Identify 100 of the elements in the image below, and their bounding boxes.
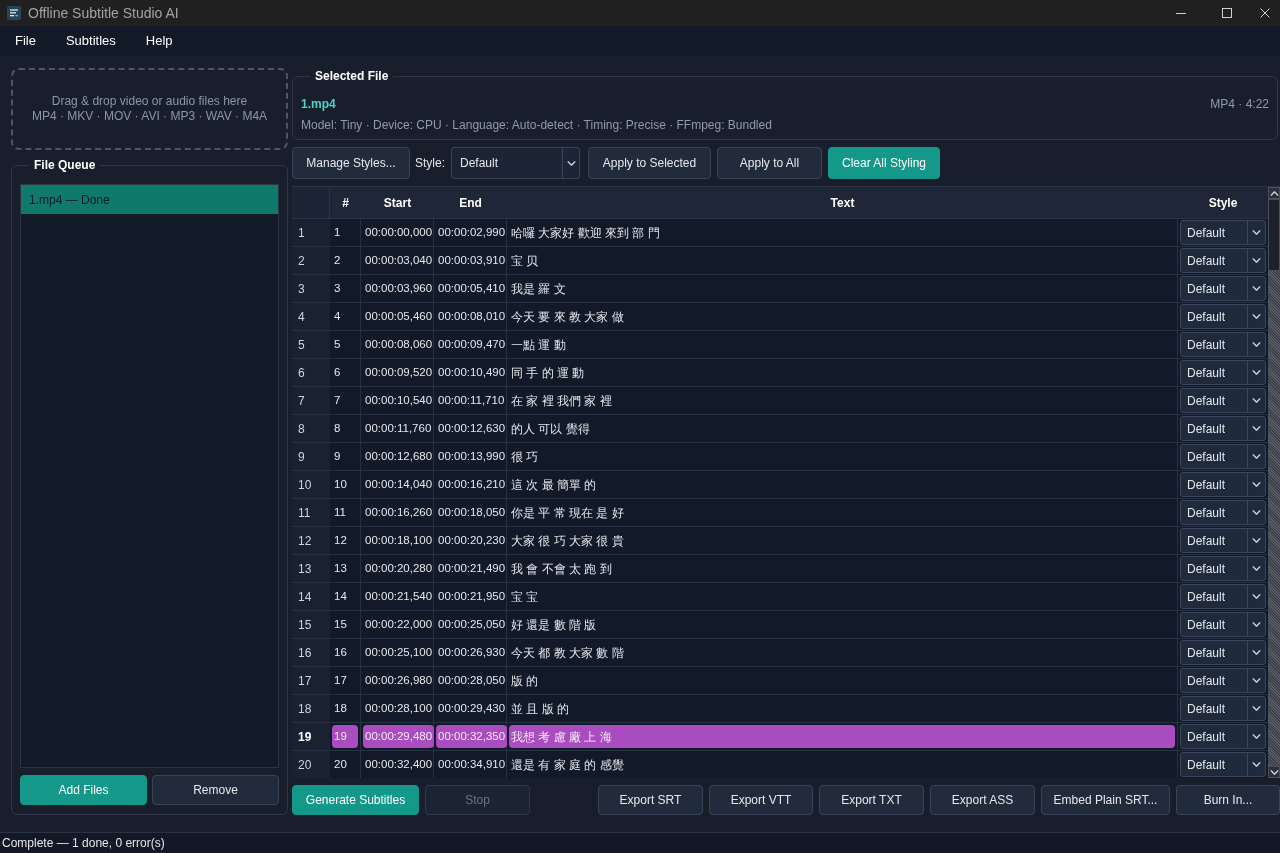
table-row[interactable]: 14 14 00:00:21,540 00:00:21,950 宝 宝 Default <box>292 583 1268 611</box>
table-cell-text: 7 <box>333 392 342 408</box>
style-dropdown[interactable]: Default <box>1180 332 1266 357</box>
style-dropdown[interactable]: Default <box>1180 668 1266 693</box>
export-button[interactable]: Export SRT <box>598 785 703 815</box>
style-dropdown[interactable]: Default <box>1180 724 1266 749</box>
row-number: 19 <box>298 728 312 746</box>
table-row[interactable]: 3 3 00:00:03,960 00:00:05,410 我是 羅 文 Default <box>292 275 1268 303</box>
table-cell-text: 00:00:11,760 <box>364 420 433 436</box>
generate-subtitles-button[interactable]: Generate Subtitles <box>292 785 419 815</box>
table-cell-text: 00:00:32,400 <box>364 756 434 772</box>
table-row[interactable]: 2 2 00:00:03,040 00:00:03,910 宝 贝 Default <box>292 247 1268 275</box>
table-row[interactable]: 17 17 00:00:26,980 00:00:28,050 版 的 Default <box>292 667 1268 695</box>
table-row[interactable]: 20 20 00:00:32,400 00:00:34,910 還是 有 家 庭 的 感覺 Default <box>292 751 1268 778</box>
style-dropdown[interactable]: Default <box>1180 276 1266 301</box>
table-cell-text: 1 <box>333 224 342 240</box>
export-button[interactable]: Export TXT <box>819 785 924 815</box>
menu-item[interactable]: Help <box>130 31 188 51</box>
chevron-down-icon <box>566 160 576 166</box>
column-header[interactable]: Style <box>1208 193 1238 212</box>
table-row[interactable]: 4 4 00:00:05,460 00:00:08,010 今天 要 來 教 大家 做 Default <box>292 303 1268 331</box>
style-select[interactable]: Default <box>451 147 580 179</box>
row-number: 11 <box>298 504 311 522</box>
table-cell-text: 今天 都 教 大家 數 階 <box>510 644 625 662</box>
row-number: 1 <box>298 224 305 242</box>
table-cell-text: 00:00:09,470 <box>437 336 507 352</box>
export-button[interactable]: Burn In... <box>1176 785 1280 815</box>
table-cell-text: 20 <box>333 756 348 772</box>
table-cell-text: 在 家 裡 我們 家 裡 <box>510 392 613 410</box>
table-cell-text: 宝 贝 <box>510 252 540 270</box>
table-cell: 00:00:32,350 <box>436 725 508 748</box>
menu-item[interactable]: Subtitles <box>50 31 131 51</box>
scroll-down-icon[interactable] <box>1269 769 1279 775</box>
style-label: Style: <box>415 155 445 172</box>
table-row[interactable]: 12 12 00:00:18,100 00:00:20,230 大家 很 巧 大家 很 貴 Default <box>292 527 1268 555</box>
table-row[interactable]: 13 13 00:00:20,280 00:00:21,490 我 會 不會 太 跑 到 Default <box>292 555 1268 583</box>
style-dropdown[interactable]: Default <box>1180 360 1266 385</box>
column-header[interactable]: Start <box>383 193 412 212</box>
style-dropdown[interactable]: Default <box>1180 752 1266 777</box>
apply-to-all-button[interactable]: Apply to All <box>717 147 822 179</box>
table-row[interactable]: 9 9 00:00:12,680 00:00:13,990 很 巧 Default <box>292 443 1268 471</box>
drop-zone[interactable]: Drag & drop video or audio files here MP4 · MKV · MOV · AVI · MP3 · WAV · M4A <box>11 68 288 150</box>
menu-item[interactable]: File <box>0 31 51 51</box>
scrollbar-thumb[interactable] <box>1268 199 1280 271</box>
table-row[interactable]: 1 1 00:00:00,000 00:00:02,990 哈囉 大家好 歡迎 來到 部 門 Default <box>292 219 1268 247</box>
table-row[interactable]: 16 16 00:00:25,100 00:00:26,930 今天 都 教 大家 數 階 Default <box>292 639 1268 667</box>
style-dropdown[interactable]: Default <box>1180 556 1266 581</box>
style-dropdown[interactable]: Default <box>1180 584 1266 609</box>
vertical-scrollbar[interactable] <box>1268 187 1280 778</box>
table-cell-text: 2 <box>333 252 342 268</box>
file-details: Model: Tiny · Device: CPU · Language: Auto-detect · Timing: Precise · FFmpeg: Bundled <box>301 117 772 134</box>
file-format-duration: MP4 · 4:22 <box>1210 96 1269 113</box>
style-dropdown[interactable]: Default <box>1180 640 1266 665</box>
style-dropdown[interactable]: Default <box>1180 416 1266 441</box>
table-cell-text: 6 <box>333 364 342 380</box>
style-dropdown[interactable]: Default <box>1180 220 1266 245</box>
apply-to-selected-button[interactable]: Apply to Selected <box>588 147 711 179</box>
style-dropdown[interactable]: Default <box>1180 444 1266 469</box>
style-dropdown[interactable]: Default <box>1180 612 1266 637</box>
column-header[interactable]: End <box>459 193 482 212</box>
add-files-button[interactable]: Add Files <box>20 775 147 805</box>
table-cell-text: 14 <box>333 588 348 604</box>
table-row[interactable]: 15 15 00:00:22,000 00:00:25,050 好 還是 數 階 版 Default <box>292 611 1268 639</box>
style-dropdown[interactable]: Default <box>1180 696 1266 721</box>
table-cell-text: 00:00:25,100 <box>364 644 434 660</box>
export-button[interactable]: Embed Plain SRT... <box>1041 785 1170 815</box>
chevron-down-icon <box>1252 342 1261 347</box>
scroll-up-icon[interactable] <box>1269 190 1279 196</box>
table-row[interactable]: 6 6 00:00:09,520 00:00:10,490 同 手 的 運 動 Default <box>292 359 1268 387</box>
remove-button[interactable]: Remove <box>152 775 279 805</box>
chevron-down-icon <box>1252 734 1261 739</box>
column-header[interactable]: # <box>342 193 349 212</box>
table-row[interactable]: 11 11 00:00:16,260 00:00:18,050 你是 平 常 現在 是 好 Default <box>292 499 1268 527</box>
style-dropdown[interactable]: Default <box>1180 388 1266 413</box>
style-dropdown[interactable]: Default <box>1180 248 1266 273</box>
table-cell-text: 4 <box>333 308 342 324</box>
style-dropdown[interactable]: Default <box>1180 500 1266 525</box>
clear-all-styling-button[interactable]: Clear All Styling <box>828 147 940 179</box>
style-dropdown[interactable]: Default <box>1180 528 1266 553</box>
table-row[interactable]: 8 8 00:00:11,760 00:00:12,630 的人 可以 覺得 Default <box>292 415 1268 443</box>
chevron-down-icon <box>1252 370 1261 375</box>
chevron-down-icon <box>1252 258 1261 263</box>
table-row[interactable]: 19 19 00:00:29,480 00:00:32,350 我想 考 慮 廠 上 海 Default <box>292 723 1268 751</box>
table-row[interactable]: 5 5 00:00:08,060 00:00:09,470 一點 運 動 Default <box>292 331 1268 359</box>
table-cell-text: 我 會 不會 太 跑 到 <box>510 560 613 578</box>
table-cell-text: 00:00:20,280 <box>364 560 434 576</box>
column-header[interactable]: Text <box>830 193 855 212</box>
export-button[interactable]: Export VTT <box>709 785 813 815</box>
style-dropdown[interactable]: Default <box>1180 472 1266 497</box>
group-title: File Queue <box>33 157 97 173</box>
table-row[interactable]: 7 7 00:00:10,540 00:00:11,710 在 家 裡 我們 家 裡 Default <box>292 387 1268 415</box>
export-button[interactable]: Export ASS <box>930 785 1035 815</box>
style-dropdown[interactable]: Default <box>1180 304 1266 329</box>
manage-styles-button[interactable]: Manage Styles... <box>292 147 410 179</box>
table-row[interactable]: 10 10 00:00:14,040 00:00:16,210 這 次 最 簡單 的 Default <box>292 471 1268 499</box>
table-cell-text: 00:00:21,950 <box>437 588 507 604</box>
chevron-down-icon <box>1252 594 1261 599</box>
table-row[interactable]: 18 18 00:00:28,100 00:00:29,430 並 且 版 的 Default <box>292 695 1268 723</box>
chevron-down-icon <box>1252 706 1261 711</box>
table-cell-text: 00:00:29,430 <box>437 700 507 716</box>
